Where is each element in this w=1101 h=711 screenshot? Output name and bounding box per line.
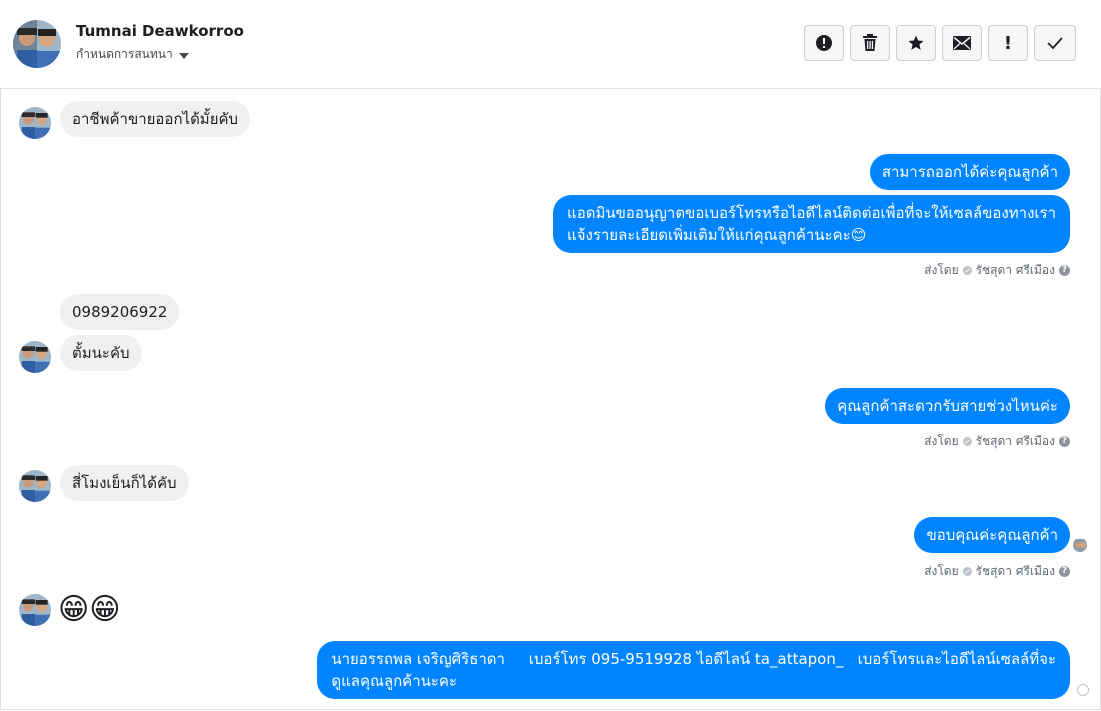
- checkmark-icon: [1047, 37, 1063, 50]
- conversation-header: Tumnai Deawkorroo กำหนดการสนทนา !: [0, 0, 1101, 89]
- sent-by-prefix: ส่งโดย: [924, 564, 959, 578]
- message-bubble-outgoing[interactable]: แอดมินขออนุญาตขอเบอร์โทรหรือไอดีไลน์ติดต…: [553, 195, 1070, 253]
- contact-avatar-small: [19, 470, 51, 502]
- message-text: ขอบคุณค่ะคุณลูกค้า: [926, 526, 1058, 544]
- message-bubble-outgoing[interactable]: สามารถออกได้ค่ะคุณลูกค้า: [869, 154, 1070, 190]
- sent-by-info: ส่งโดย รัชสุดา ศรีเมือง ?: [924, 562, 1070, 581]
- conversation-toolbar: !: [804, 25, 1076, 61]
- agent-icon: [962, 437, 972, 446]
- delivered-check-icon: [1077, 684, 1089, 696]
- contact-avatar[interactable]: [13, 20, 61, 68]
- divider: [17, 709, 1084, 710]
- caret-down-icon: [178, 52, 189, 59]
- message-bubble-outgoing[interactable]: ขอบคุณค่ะคุณลูกค้า: [914, 517, 1070, 553]
- help-icon[interactable]: ?: [1059, 566, 1070, 577]
- message-bubble-outgoing[interactable]: นายอรรถพล เจริญศิริธาดา เบอร์โทร 095-951…: [317, 641, 1070, 699]
- contact-avatar-small: [19, 341, 51, 373]
- message-text: 0989206922: [72, 303, 168, 321]
- message-text: ตั้มนะคับ: [72, 344, 130, 362]
- alert-circle-icon: [816, 35, 832, 51]
- sent-by-agent: รัชสุดา ศรีเมือง: [975, 564, 1055, 578]
- message-text-line: แอดมินขออนุญาตขอเบอร์โทรหรือไอดีไลน์ติดต…: [567, 204, 1056, 222]
- sent-by-info: ส่งโดย รัชสุดา ศรีเมือง ?: [924, 261, 1070, 280]
- envelope-icon: [953, 36, 971, 50]
- star-button[interactable]: [896, 25, 936, 61]
- message-text: อาชีพค้าขายออกได้มั้ยคับ: [72, 110, 239, 128]
- help-icon[interactable]: ?: [1059, 436, 1070, 447]
- delete-button[interactable]: [850, 25, 890, 61]
- spam-button[interactable]: [804, 25, 844, 61]
- important-button[interactable]: !: [988, 25, 1028, 61]
- agent-icon: [962, 266, 972, 275]
- done-button[interactable]: [1034, 25, 1076, 61]
- message-text: คุณลูกค้าสะดวกรับสายช่วงไหนค่ะ: [837, 397, 1058, 415]
- message-bubble-outgoing[interactable]: คุณลูกค้าสะดวกรับสายช่วงไหนค่ะ: [825, 388, 1070, 424]
- help-icon[interactable]: ?: [1059, 265, 1070, 276]
- message-text: สามารถออกได้ค่ะคุณลูกค้า: [881, 163, 1058, 181]
- contact-name[interactable]: Tumnai Deawkorroo: [76, 22, 244, 40]
- conversation-settings-dropdown[interactable]: กำหนดการสนทนา: [76, 45, 189, 64]
- mark-unread-button[interactable]: [942, 25, 982, 61]
- trash-icon: [863, 34, 877, 51]
- message-bubble-incoming[interactable]: สี่โมงเย็นก็ได้คับ: [60, 465, 189, 501]
- star-icon: [908, 35, 924, 50]
- sent-by-agent: รัชสุดา ศรีเมือง: [975, 263, 1055, 277]
- sent-by-prefix: ส่งโดย: [924, 263, 959, 277]
- message-bubble-incoming[interactable]: อาชีพค้าขายออกได้มั้ยคับ: [60, 101, 251, 137]
- message-text-line: แจ้งรายละเอียดเพิ่มเติมให้แก่คุณลูกค้านะ…: [567, 226, 867, 244]
- sent-by-agent: รัชสุดา ศรีเมือง: [975, 434, 1055, 448]
- seen-avatar: [1073, 538, 1087, 552]
- contact-avatar-small: [19, 107, 51, 139]
- contact-avatar-small: [19, 594, 51, 626]
- message-text-line: ดูแลคุณลูกค้านะคะ: [331, 672, 458, 690]
- message-text: สี่โมงเย็นก็ได้คับ: [72, 474, 177, 492]
- message-bubble-incoming[interactable]: 0989206922: [60, 294, 180, 330]
- sent-by-info: ส่งโดย รัชสุดา ศรีเมือง ?: [924, 432, 1070, 451]
- agent-icon: [962, 567, 972, 576]
- message-text-line: นายอรรถพล เจริญศิริธาดา เบอร์โทร 095-951…: [331, 650, 1056, 668]
- emoji-message[interactable]: 😁😁: [58, 594, 121, 626]
- sent-by-prefix: ส่งโดย: [924, 434, 959, 448]
- exclamation-icon: !: [1003, 32, 1013, 54]
- message-bubble-incoming[interactable]: ตั้มนะคับ: [60, 335, 142, 371]
- conversation-settings-label: กำหนดการสนทนา: [76, 47, 173, 61]
